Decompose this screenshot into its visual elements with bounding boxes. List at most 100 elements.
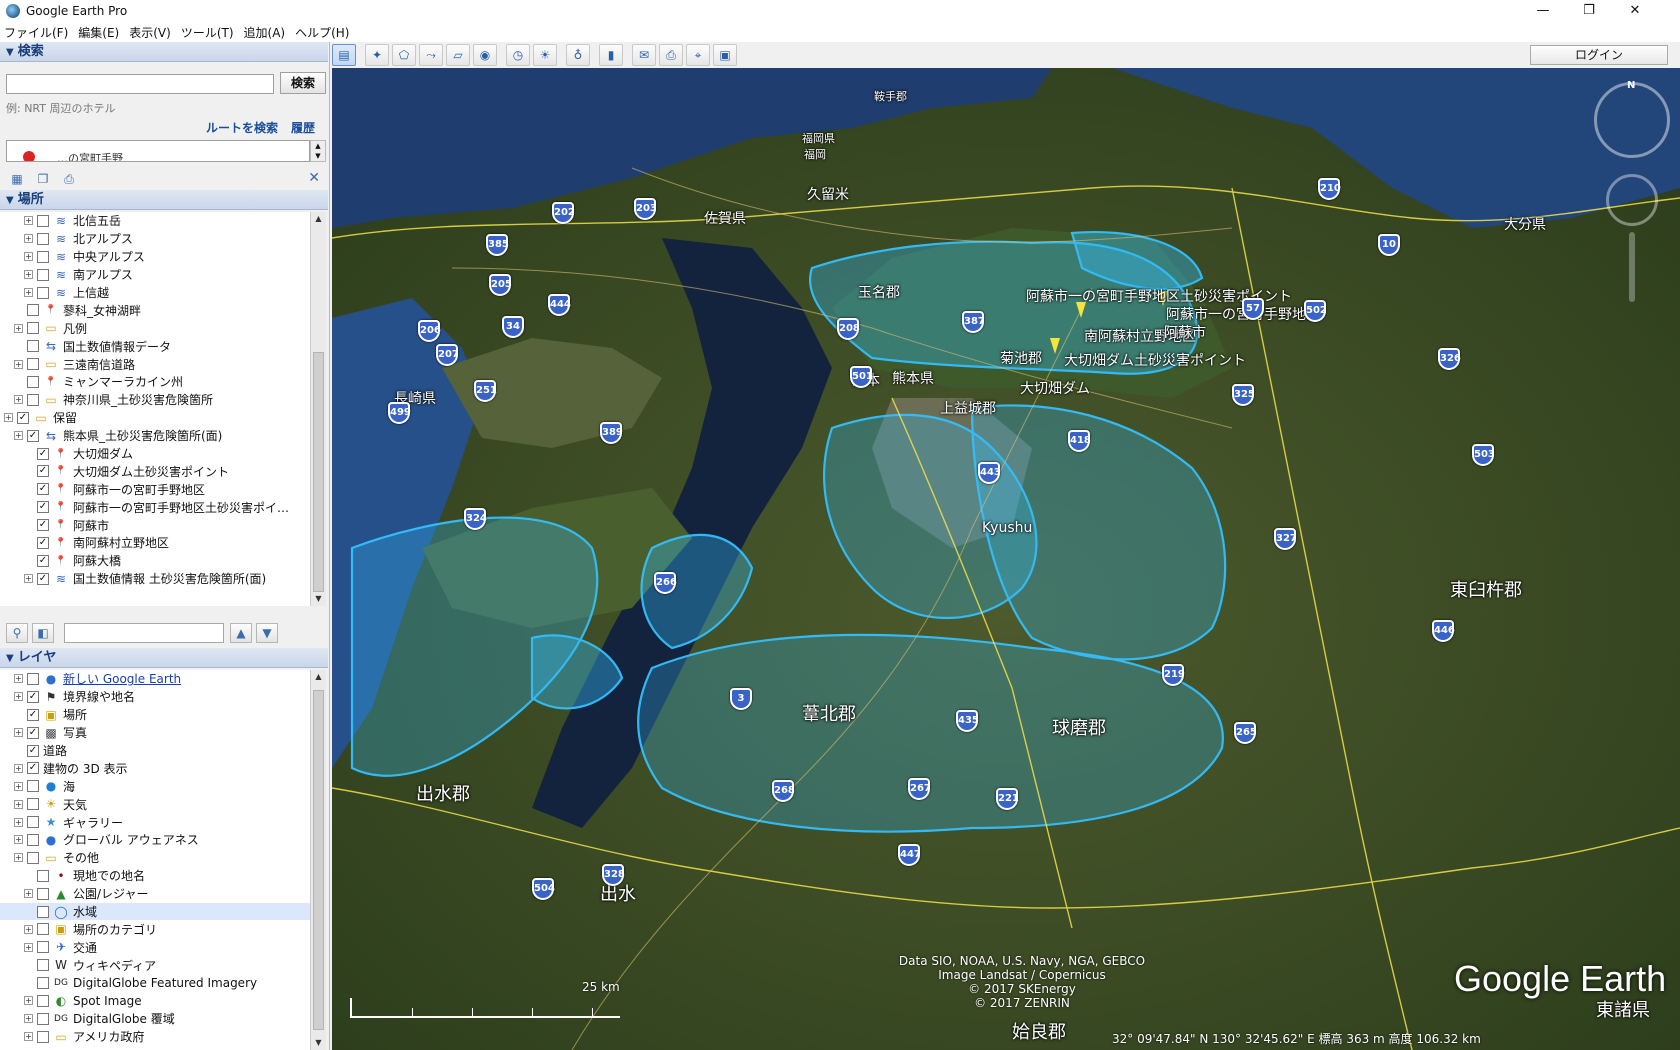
visibility-checkbox[interactable] (27, 816, 39, 829)
menu-add[interactable]: 追加(A) (244, 24, 286, 41)
visibility-checkbox[interactable] (37, 286, 49, 299)
layers-tree-item[interactable]: W ウィキペディア (0, 956, 310, 974)
sunlight-icon[interactable]: ☀ (533, 44, 557, 66)
results-scrollbar[interactable]: ▲ ▼ (310, 140, 326, 162)
layers-scrollbar[interactable]: ▲ ▼ (310, 670, 326, 1050)
expand-toggle-icon[interactable]: + (14, 817, 23, 827)
add-image-overlay-icon[interactable]: ▱ (446, 44, 470, 66)
add-path-icon[interactable]: ⤳ (419, 44, 443, 66)
map-place-label[interactable]: 福岡県 (802, 130, 835, 146)
visibility-checkbox[interactable] (37, 941, 49, 954)
menu-tools[interactable]: ツール(T) (181, 24, 234, 41)
expand-toggle-icon[interactable]: + (24, 996, 33, 1006)
planets-icon[interactable]: ♁ (566, 44, 590, 66)
visibility-checkbox[interactable]: ✓ (27, 744, 39, 757)
expand-toggle-icon[interactable]: + (24, 1032, 33, 1042)
visibility-checkbox[interactable]: ✓ (37, 447, 49, 460)
layers-tree-item[interactable]: + ▭ その他 (0, 849, 310, 867)
email-icon[interactable]: ✉ (632, 44, 656, 66)
places-tree-item[interactable]: + ✓ ▭ 保留 (0, 409, 310, 427)
places-tree-item[interactable]: + ▭ 凡例 (0, 319, 310, 337)
visibility-checkbox[interactable] (37, 869, 49, 882)
menu-edit[interactable]: 編集(E) (78, 24, 119, 41)
visibility-checkbox[interactable]: ✓ (27, 690, 39, 703)
places-tree-item[interactable]: + ≋ 北信五岳 (0, 212, 310, 230)
visibility-checkbox[interactable] (37, 887, 49, 900)
layers-tree-item[interactable]: ✓ 道路 (0, 742, 310, 760)
expand-toggle-icon[interactable]: + (14, 692, 23, 702)
visibility-checkbox[interactable] (27, 322, 39, 335)
expand-toggle-icon[interactable]: + (14, 323, 23, 333)
search-places-icon[interactable]: ⚲ (6, 623, 28, 643)
map-place-label[interactable]: 熊本県 (892, 368, 934, 388)
visibility-checkbox[interactable]: ✓ (17, 411, 29, 424)
layers-tree-item[interactable]: DG DigitalGlobe Featured Imagery (0, 974, 310, 992)
visibility-checkbox[interactable]: ✓ (37, 519, 49, 532)
layers-tree-item[interactable]: • 現地での地名 (0, 867, 310, 885)
visibility-checkbox[interactable]: ✓ (37, 554, 49, 567)
visibility-checkbox[interactable] (27, 375, 39, 388)
clear-results-icon[interactable]: ✕ (308, 170, 320, 186)
expand-toggle-icon[interactable]: + (14, 799, 23, 809)
map-place-label[interactable]: 福岡 (804, 146, 826, 162)
visibility-checkbox[interactable]: ✓ (37, 572, 49, 585)
layers-tree-item[interactable]: ◯ 水域 (0, 902, 310, 921)
visibility-checkbox[interactable] (27, 393, 39, 406)
map-place-label[interactable]: 葦北郡 (802, 700, 856, 726)
visibility-checkbox[interactable]: ✓ (37, 501, 49, 514)
menu-help[interactable]: ヘルプ(H) (295, 24, 349, 41)
visibility-checkbox[interactable] (37, 959, 49, 972)
visibility-checkbox[interactable] (27, 358, 39, 371)
layers-tree-item[interactable]: + ● 海 (0, 777, 310, 795)
layers-tree-item[interactable]: + DG DigitalGlobe 覆域 (0, 1010, 310, 1028)
expand-toggle-icon[interactable]: + (24, 216, 33, 226)
record-tour-icon[interactable]: ◉ (473, 44, 497, 66)
map-place-label[interactable]: 阿蘇市 (1164, 322, 1206, 342)
places-filter-input[interactable] (64, 623, 224, 643)
places-scrollbar[interactable]: ▲ ▼ (310, 212, 326, 606)
places-tree-item[interactable]: ✓ 📍 阿蘇市一の宮町手野地区 (0, 480, 310, 498)
places-panel-header[interactable]: ▼ 場所 (0, 190, 328, 210)
minimize-button[interactable]: — (1520, 0, 1566, 22)
visibility-checkbox[interactable]: ✓ (27, 708, 39, 721)
maximize-button[interactable]: ❐ (1566, 0, 1612, 22)
earth-3d-view[interactable]: 福岡県福岡鞍手郡久留米佐賀県大分県玉名郡熊本熊本県上益城郡長崎県Kyushu東臼… (332, 68, 1680, 1050)
places-tree-item[interactable]: ✓ 📍 阿蘇大橋 (0, 552, 310, 570)
visibility-checkbox[interactable] (37, 232, 49, 245)
expand-toggle-icon[interactable]: + (24, 924, 33, 934)
places-tree-item[interactable]: + ≋ 上信越 (0, 284, 310, 302)
map-place-label[interactable]: 東臼杵郡 (1450, 576, 1522, 602)
visibility-checkbox[interactable] (37, 1030, 49, 1043)
expand-toggle-icon[interactable]: + (14, 395, 23, 405)
historical-imagery-icon[interactable]: ◷ (506, 44, 530, 66)
print-icon[interactable]: ⎙ (659, 44, 683, 66)
map-place-label[interactable]: 出水郡 (416, 780, 470, 806)
places-tree-item[interactable]: 📍 ミャンマーラカイン州 (0, 373, 310, 391)
visibility-checkbox[interactable] (27, 851, 39, 864)
save-image-icon[interactable]: ▣ (713, 44, 737, 66)
places-tree-item[interactable]: ⇆ 国土数値情報データ (0, 337, 310, 355)
add-placemark-icon[interactable]: ✦ (365, 44, 389, 66)
map-place-label[interactable]: 久留米 (807, 184, 849, 204)
map-place-label[interactable]: 佐賀県 (704, 208, 746, 228)
menu-view[interactable]: 表示(V) (129, 24, 171, 41)
visibility-checkbox[interactable] (37, 905, 49, 918)
expand-toggle-icon[interactable]: + (24, 574, 33, 584)
expand-toggle-icon[interactable]: + (14, 728, 23, 738)
places-tree-item[interactable]: + ✓ ≋ 国土数値情報 土砂災害危険箇所(面) (0, 570, 310, 588)
layers-tree-item[interactable]: + ● 新しい Google Earth (0, 670, 310, 688)
places-tree-item[interactable]: ✓ 📍 大切畑ダム (0, 445, 310, 463)
move-up-icon[interactable]: ▲ (230, 623, 252, 643)
places-tree-item[interactable]: ✓ 📍 大切畑ダム土砂災害ポイント (0, 462, 310, 480)
layers-panel-header[interactable]: ▼ レイヤ (0, 648, 328, 668)
zoom-slider[interactable] (1629, 232, 1635, 302)
expand-toggle-icon[interactable]: + (14, 431, 23, 441)
panel-toggle-icon[interactable]: ◧ (32, 623, 54, 643)
map-place-label[interactable]: 玉名郡 (858, 282, 900, 302)
expand-toggle-icon[interactable]: + (14, 853, 23, 863)
layers-tree-item[interactable]: + ▲ 公園/レジャー (0, 885, 310, 903)
visibility-checkbox[interactable]: ✓ (37, 465, 49, 478)
close-button[interactable]: ✕ (1612, 0, 1658, 22)
add-polygon-icon[interactable]: ⬠ (392, 44, 416, 66)
visibility-checkbox[interactable] (27, 780, 39, 793)
